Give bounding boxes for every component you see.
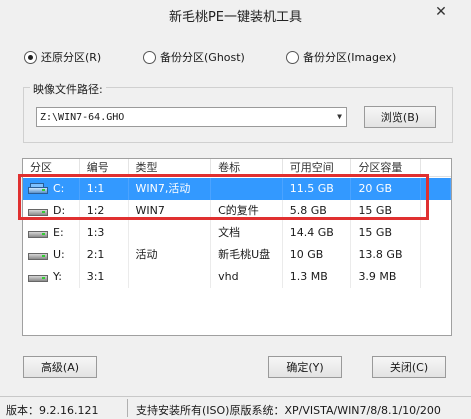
drive-icon [27, 271, 49, 283]
browse-button[interactable]: 浏览(B) [364, 106, 436, 128]
window-title: 新毛桃PE一键装机工具 [168, 10, 303, 25]
capacity-cell: 13.8 GB [351, 244, 422, 266]
window-close-button[interactable]: ✕ [417, 1, 465, 23]
free-space-cell: 1.3 MB [283, 266, 352, 288]
type-cell: WIN7 [129, 200, 212, 222]
capacity-cell: 3.9 MB [351, 266, 422, 288]
chevron-down-icon[interactable]: ▼ [337, 112, 342, 121]
type-cell [129, 266, 212, 288]
table-row[interactable]: U: 2:1 活动 新毛桃U盘 10 GB 13.8 GB [23, 244, 451, 266]
type-cell [129, 222, 212, 244]
radio-restore[interactable]: 还原分区(R) [24, 49, 101, 65]
free-space-cell: 14.4 GB [283, 222, 352, 244]
status-bar: 版本：9.2.16.121 支持安装所有(ISO)原版系统：XP/VISTA/W… [0, 396, 471, 419]
partition-cell: D: [23, 200, 80, 222]
drive-icon [27, 249, 49, 261]
volume-label-cell: C的复件 [211, 200, 283, 222]
partition-cell: Y: [23, 266, 80, 288]
header-filler [421, 159, 451, 177]
title-bar: 新毛桃PE一键装机工具 ✕ [0, 0, 471, 30]
drive-letter: C: [53, 182, 65, 195]
drive-letter: Y: [53, 270, 62, 283]
volume-label-cell: vhd [211, 266, 283, 288]
volume-label-cell: 新毛桃U盘 [211, 244, 283, 266]
number-cell: 1:1 [80, 178, 129, 200]
image-path-select[interactable]: Z:\WIN7-64.GHO ▼ [36, 107, 347, 127]
type-cell: 活动 [129, 244, 212, 266]
partition-cell: U: [23, 244, 80, 266]
table-row[interactable]: Y: 3:1 vhd 1.3 MB 3.9 MB [23, 266, 451, 288]
type-cell: WIN7,活动 [129, 178, 212, 200]
header-volume-label[interactable]: 卷标 [211, 159, 283, 177]
image-path-value: Z:\WIN7-64.GHO [40, 111, 125, 123]
table-row[interactable]: C: 1:1 WIN7,活动 11.5 GB 20 GB [23, 178, 451, 200]
partition-table[interactable]: 分区 编号 类型 卷标 可用空间 分区容量 C: 1:1 WIN7,活动 11.… [22, 158, 452, 336]
number-cell: 2:1 [80, 244, 129, 266]
table-header: 分区 编号 类型 卷标 可用空间 分区容量 [23, 159, 451, 177]
radio-backup-ghost[interactable]: 备份分区(Ghost) [143, 49, 245, 65]
drive-letter: D: [53, 204, 66, 217]
free-space-cell: 5.8 GB [283, 200, 352, 222]
status-divider [127, 399, 128, 417]
advanced-button[interactable]: 高级(A) [23, 356, 97, 378]
system-drive-icon [27, 183, 49, 195]
header-type[interactable]: 类型 [129, 159, 212, 177]
radio-checked-icon [24, 50, 37, 64]
table-row[interactable]: E: 1:3 文档 14.4 GB 15 GB [23, 222, 451, 244]
header-free-space[interactable]: 可用空间 [283, 159, 352, 177]
free-space-cell: 11.5 GB [283, 178, 352, 200]
partition-cell: E: [23, 222, 80, 244]
radio-backup-imagex-label: 备份分区(Imagex) [303, 51, 397, 64]
radio-unchecked-icon [143, 50, 156, 64]
table-row[interactable]: D: 1:2 WIN7 C的复件 5.8 GB 15 GB [23, 200, 451, 222]
drive-letter: E: [53, 226, 64, 239]
capacity-cell: 15 GB [351, 222, 422, 244]
radio-backup-imagex[interactable]: 备份分区(Imagex) [286, 49, 396, 65]
header-number[interactable]: 编号 [80, 159, 129, 177]
drive-icon [27, 205, 49, 217]
support-text: 支持安装所有(ISO)原版系统：XP/VISTA/WIN7/8/8.1/10/2… [136, 404, 441, 417]
partition-cell: C: [23, 178, 80, 200]
number-cell: 1:3 [80, 222, 129, 244]
radio-unchecked-icon [286, 50, 299, 64]
capacity-cell: 20 GB [351, 178, 422, 200]
drive-letter: U: [53, 248, 65, 261]
version-text: 版本：9.2.16.121 [6, 404, 99, 417]
volume-label-cell [211, 178, 283, 200]
ok-button[interactable]: 确定(Y) [268, 356, 342, 378]
image-path-label: 映像文件路径: [30, 81, 106, 97]
radio-backup-ghost-label: 备份分区(Ghost) [160, 51, 245, 64]
number-cell: 1:2 [80, 200, 129, 222]
volume-label-cell: 文档 [211, 222, 283, 244]
drive-icon [27, 227, 49, 239]
header-capacity[interactable]: 分区容量 [351, 159, 422, 177]
header-partition[interactable]: 分区 [23, 159, 80, 177]
capacity-cell: 15 GB [351, 200, 422, 222]
free-space-cell: 10 GB [283, 244, 352, 266]
radio-restore-label: 还原分区(R) [41, 51, 102, 64]
close-button[interactable]: 关闭(C) [372, 356, 446, 378]
number-cell: 3:1 [80, 266, 129, 288]
